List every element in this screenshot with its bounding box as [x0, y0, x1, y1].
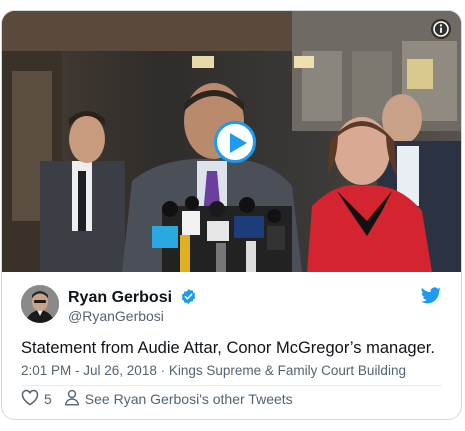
tweet-meta: 2:01 PM - Jul 26, 2018 · Kings Supreme &…: [21, 363, 406, 378]
tweet-actions: 5 See Ryan Gerbosi's other Tweets: [21, 389, 293, 409]
avatar[interactable]: [21, 285, 59, 323]
display-name-row[interactable]: Ryan Gerbosi: [68, 288, 197, 310]
info-icon[interactable]: [431, 19, 451, 39]
tweet-timestamp[interactable]: 2:01 PM - Jul 26, 2018: [21, 363, 157, 378]
divider: [21, 385, 442, 386]
verified-badge-icon: [180, 288, 197, 310]
person-icon[interactable]: [64, 389, 80, 409]
play-icon: [230, 133, 247, 153]
video-thumbnail[interactable]: [2, 11, 461, 272]
meta-separator: ·: [160, 363, 169, 378]
display-name[interactable]: Ryan Gerbosi: [68, 289, 172, 306]
play-button[interactable]: [214, 121, 256, 163]
twitter-bird-icon[interactable]: [421, 287, 441, 309]
tweet-location[interactable]: Kings Supreme & Family Court Building: [169, 363, 406, 378]
other-tweets-link[interactable]: See Ryan Gerbosi's other Tweets: [85, 391, 293, 407]
user-handle[interactable]: @RyanGerbosi: [68, 308, 164, 324]
embedded-tweet: Ryan Gerbosi @RyanGerbosi Statement from…: [1, 10, 462, 420]
tweet-text: Statement from Audie Attar, Conor McGreg…: [21, 339, 435, 357]
like-count[interactable]: 5: [44, 391, 52, 407]
heart-icon[interactable]: [21, 389, 39, 409]
tweet-author: Ryan Gerbosi @RyanGerbosi: [21, 285, 441, 325]
